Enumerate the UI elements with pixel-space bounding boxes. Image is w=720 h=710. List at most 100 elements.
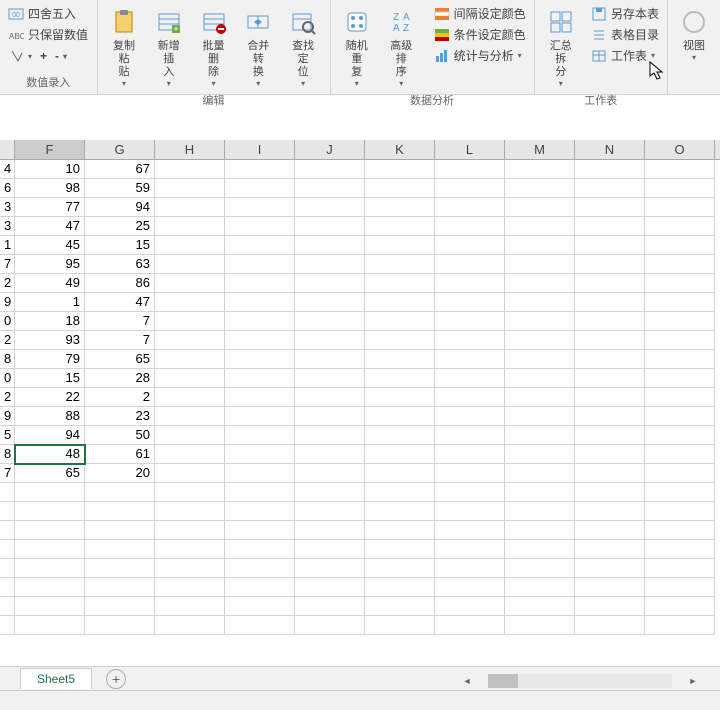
cell[interactable] — [505, 293, 575, 312]
cell[interactable] — [575, 559, 645, 578]
find-locate-button[interactable]: 查找定 位 ▾ — [281, 2, 326, 90]
cell[interactable] — [365, 198, 435, 217]
cell[interactable] — [505, 274, 575, 293]
cell[interactable] — [155, 559, 225, 578]
cell[interactable] — [365, 559, 435, 578]
cell[interactable] — [575, 483, 645, 502]
cell[interactable] — [295, 407, 365, 426]
minus-dropdown[interactable]: - ▾ — [53, 48, 69, 64]
cell[interactable] — [225, 464, 295, 483]
col-header-M[interactable]: M — [505, 140, 575, 159]
advanced-sort-button[interactable]: ZAAZ 高级排 序 ▾ — [379, 2, 424, 90]
cell[interactable] — [645, 274, 715, 293]
cell[interactable] — [0, 559, 15, 578]
cell[interactable] — [645, 616, 715, 635]
cell[interactable] — [645, 312, 715, 331]
cell[interactable] — [575, 179, 645, 198]
cell[interactable] — [225, 236, 295, 255]
cell[interactable] — [155, 312, 225, 331]
col-header-I[interactable]: I — [225, 140, 295, 159]
cell[interactable] — [225, 483, 295, 502]
cell[interactable] — [435, 331, 505, 350]
cell[interactable] — [85, 502, 155, 521]
col-header-L[interactable]: L — [435, 140, 505, 159]
cell[interactable] — [225, 179, 295, 198]
cell[interactable] — [575, 445, 645, 464]
cell[interactable] — [365, 502, 435, 521]
cell[interactable] — [295, 160, 365, 179]
cell[interactable]: 28 — [85, 369, 155, 388]
cell[interactable] — [365, 217, 435, 236]
cell[interactable] — [505, 540, 575, 559]
cell[interactable]: 3 — [0, 217, 15, 236]
cell[interactable]: 0 — [0, 312, 15, 331]
cell[interactable] — [575, 312, 645, 331]
cell[interactable] — [575, 198, 645, 217]
cell[interactable]: 8 — [0, 350, 15, 369]
cell[interactable] — [15, 616, 85, 635]
cell[interactable] — [575, 616, 645, 635]
cell[interactable] — [225, 350, 295, 369]
cell[interactable] — [575, 426, 645, 445]
cell[interactable] — [645, 179, 715, 198]
cell[interactable] — [575, 521, 645, 540]
cell[interactable] — [505, 483, 575, 502]
cell[interactable]: 18 — [15, 312, 85, 331]
cell[interactable] — [155, 293, 225, 312]
cell[interactable] — [575, 540, 645, 559]
cell[interactable]: 3 — [0, 198, 15, 217]
cell[interactable] — [295, 369, 365, 388]
cell[interactable] — [155, 217, 225, 236]
cell[interactable] — [0, 483, 15, 502]
cell[interactable] — [435, 483, 505, 502]
cell[interactable] — [575, 407, 645, 426]
cell[interactable] — [365, 445, 435, 464]
cell[interactable] — [645, 160, 715, 179]
cell[interactable] — [155, 350, 225, 369]
keep-value-button[interactable]: ABC 只保留数值 — [4, 25, 92, 44]
cell[interactable] — [645, 483, 715, 502]
cell[interactable] — [15, 578, 85, 597]
cell[interactable] — [575, 217, 645, 236]
cell[interactable] — [575, 274, 645, 293]
cell[interactable] — [225, 331, 295, 350]
cell[interactable] — [435, 559, 505, 578]
cell[interactable] — [645, 331, 715, 350]
cell[interactable] — [575, 597, 645, 616]
cell[interactable] — [225, 540, 295, 559]
cell[interactable] — [15, 559, 85, 578]
cell[interactable] — [435, 274, 505, 293]
cell[interactable] — [575, 502, 645, 521]
cell[interactable]: 8 — [0, 445, 15, 464]
cell[interactable]: 1 — [0, 236, 15, 255]
cell[interactable] — [225, 255, 295, 274]
random-repeat-button[interactable]: 随机重 复 ▾ — [335, 2, 380, 90]
cell[interactable] — [15, 521, 85, 540]
insert-button[interactable]: + 新增插 入 ▾ — [146, 2, 191, 90]
cell[interactable]: 93 — [15, 331, 85, 350]
cell[interactable] — [0, 502, 15, 521]
cell[interactable] — [645, 597, 715, 616]
cell[interactable] — [155, 616, 225, 635]
cell[interactable]: 95 — [15, 255, 85, 274]
cell[interactable] — [645, 540, 715, 559]
round-button[interactable]: 00 四舍五入 — [4, 4, 92, 23]
cell[interactable] — [365, 331, 435, 350]
cell[interactable] — [645, 407, 715, 426]
cell[interactable] — [505, 616, 575, 635]
cell[interactable] — [645, 464, 715, 483]
cell[interactable] — [295, 198, 365, 217]
cell[interactable] — [575, 236, 645, 255]
cell[interactable] — [365, 160, 435, 179]
cell[interactable] — [295, 350, 365, 369]
cell[interactable]: 86 — [85, 274, 155, 293]
cell[interactable] — [365, 274, 435, 293]
cell[interactable] — [645, 521, 715, 540]
cell[interactable] — [295, 274, 365, 293]
cell[interactable] — [435, 160, 505, 179]
cell[interactable] — [225, 274, 295, 293]
cell[interactable] — [225, 616, 295, 635]
cell[interactable] — [645, 369, 715, 388]
cell[interactable] — [295, 331, 365, 350]
cell[interactable] — [225, 388, 295, 407]
